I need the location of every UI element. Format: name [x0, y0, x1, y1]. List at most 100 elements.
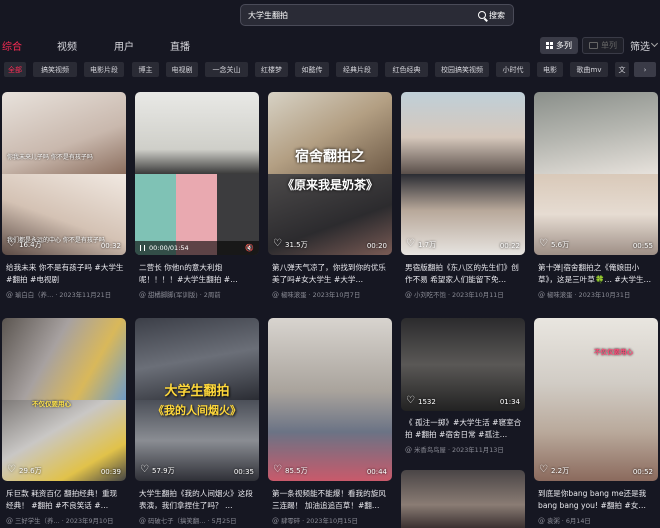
video-thumbnail[interactable]: 宿舍翻拍之 《原来我是奶茶》 31.5万 00:20	[268, 92, 392, 255]
chip[interactable]: 红色经典	[385, 62, 428, 77]
video-card[interactable]: 85.5万 00:44 第一条视频能不能爆！看我的旋风三连踢！ 加油追追百草！#…	[268, 318, 392, 528]
author-name[interactable]: 甜橘脚脚(军训版)	[148, 290, 198, 299]
video-thumbnail[interactable]: 1532 01:34	[401, 318, 525, 411]
chips-scroll-right-button[interactable]: ›	[634, 62, 656, 77]
list-view-label: 单列	[601, 41, 617, 50]
search-input[interactable]: 大学生翻拍	[241, 10, 478, 21]
video-meta: @ 小刘吃不饱 · 2023年10月11日	[405, 290, 525, 300]
video-thumbnail[interactable]: 00:00/01:54 🔇	[135, 92, 259, 255]
publish-date: · 2023年10月11日	[447, 291, 504, 299]
video-thumbnail[interactable]: 5.6万 00:55	[534, 92, 658, 255]
author-name[interactable]: 肆零碎	[281, 516, 300, 525]
at-icon: @	[272, 516, 279, 525]
chip[interactable]: 经典片段	[336, 62, 378, 77]
publish-date: · 2023年10月7日	[308, 291, 361, 299]
video-card[interactable]: 不仅仅要用心 29.6万 00:39 斥巨款 耗资百亿 翻拍经典！重现经典！ #…	[2, 318, 126, 528]
pause-icon[interactable]	[140, 245, 145, 251]
player-time: 00:00/01:54	[149, 244, 189, 252]
author-name[interactable]: 椒味滚蛋	[281, 290, 307, 299]
like-count: 2.2万	[539, 464, 569, 476]
grid-view-button[interactable]: 多列	[540, 37, 578, 54]
video-thumbnail[interactable]: 大学生翻拍 《我的人间烟火》 57.9万 00:35	[135, 318, 259, 481]
heart-icon	[273, 464, 282, 475]
chip[interactable]: 搞笑视频	[33, 62, 77, 77]
list-icon	[589, 42, 598, 49]
video-title[interactable]: 第一条视频能不能爆！看我的旋风三连踢！ 加油追追百草！#翻…	[272, 488, 390, 512]
video-duration: 00:20	[366, 242, 387, 250]
like-count: 1532	[406, 395, 436, 406]
video-card[interactable]: 1.7万 00:22 男宿版翻拍《东八区的先生们》创作不易 希望家人们能留下免……	[401, 92, 525, 308]
chip[interactable]: 如懿传	[295, 62, 329, 77]
video-title[interactable]: 二营长 你他n的意大利炮呢！！！！#大学生翻拍 #…	[139, 262, 257, 286]
search-icon	[478, 11, 486, 19]
chip[interactable]: 电视剧	[166, 62, 198, 77]
chip-all[interactable]: 全部	[4, 62, 26, 77]
filter-button[interactable]: 筛选	[630, 38, 659, 53]
video-card[interactable]: 00:00/01:54 🔇 二营长 你他n的意大利炮呢！！！！#大学生翻拍 #……	[135, 92, 259, 308]
video-card[interactable]: 宿舍翻拍之 《原来我是奶茶》 31.5万 00:20 第八弹天气凉了，你找到你的…	[268, 92, 392, 308]
video-thumbnail[interactable]: 1.7万 00:22	[401, 92, 525, 255]
author-name[interactable]: 椒味滚蛋	[547, 290, 573, 299]
video-card[interactable]: 大学生翻拍 《我的人间烟火》 57.9万 00:35 大学生翻拍《我的人间烟火》…	[135, 318, 259, 528]
like-count-value: 57.9万	[152, 467, 175, 475]
video-overlay-subtitle: 《原来我是奶茶》	[281, 178, 378, 192]
tab-video[interactable]: 视频	[57, 38, 77, 53]
video-overlay-title: 宿舍翻拍之	[295, 149, 365, 165]
tab-all[interactable]: 综合	[2, 38, 22, 53]
video-meta: @ 甜橘脚脚(军训版) · 2周前	[139, 290, 259, 300]
author-name[interactable]: 米香鸟鸟屋	[414, 445, 446, 454]
chevron-right-icon: ›	[643, 65, 647, 74]
video-player-bar[interactable]: 00:00/01:54 🔇	[135, 241, 259, 255]
author-name[interactable]: 码破七子（搞笑翻…	[148, 516, 206, 525]
heart-icon	[7, 464, 16, 475]
video-thumbnail[interactable]: 不仅仅要用心 2.2万 00:52	[534, 318, 658, 481]
video-thumbnail-partial[interactable]	[401, 470, 525, 528]
video-title[interactable]: 第十弹|宿舍翻拍之《俺娘田小草》，这是三叶草🍀… #大学生…	[538, 262, 656, 286]
chip[interactable]: 一念关山	[205, 62, 248, 77]
at-icon: @	[538, 290, 545, 299]
video-title[interactable]: 斥巨款 耗资百亿 翻拍经典！重现经典！ #翻拍 #不良笑话 #…	[6, 488, 124, 512]
video-title[interactable]: 第八弹天气凉了，你找到你的优乐美了吗#女大学生 #大学…	[272, 262, 390, 286]
like-count-value: 5.6万	[551, 241, 570, 249]
video-title[interactable]: 到底是你bang bang me还是我bang bang you! #翻拍 #女…	[538, 488, 656, 512]
tab-user[interactable]: 用户	[114, 38, 134, 53]
tab-live[interactable]: 直播	[170, 38, 190, 53]
chip[interactable]: 电影	[537, 62, 563, 77]
video-thumbnail[interactable]: 85.5万 00:44	[268, 318, 392, 481]
like-count-value: 85.5万	[285, 467, 308, 475]
chip[interactable]: 电影片段	[84, 62, 124, 77]
like-count: 1.7万	[406, 238, 436, 250]
author-name[interactable]: 三好学生（养…	[15, 516, 60, 525]
video-thumbnail[interactable]: 不仅仅要用心 29.6万 00:39	[2, 318, 126, 481]
mute-icon[interactable]: 🔇	[245, 244, 254, 252]
video-title[interactable]: 大学生翻拍《我的人间烟火》这段表演，我们拿捏住了吗？ …	[139, 488, 257, 512]
video-title[interactable]: 给我未来 你不是有孩子吗 #大学生 #翻拍 #电视剧	[6, 262, 124, 286]
video-overlay-text: 不仅仅要用心	[32, 400, 71, 408]
chip[interactable]: 文	[615, 62, 629, 77]
search-bar: 大学生翻拍 搜索	[240, 4, 514, 26]
chip[interactable]: 博主	[132, 62, 159, 77]
author-name[interactable]: 袁粥	[547, 516, 560, 525]
at-icon: @	[405, 290, 412, 299]
search-button[interactable]: 搜索	[478, 10, 513, 21]
chip[interactable]: 红楼梦	[255, 62, 288, 77]
video-duration: 00:44	[366, 468, 387, 476]
video-duration: 00:32	[100, 242, 121, 250]
video-thumbnail[interactable]: 你我未来儿子吗 你不是有孩子吗 我们都是永远的中心 你不是有孩子吗 16.4万 …	[2, 92, 126, 255]
at-icon: @	[139, 516, 146, 525]
video-card[interactable]: 5.6万 00:55 第十弹|宿舍翻拍之《俺娘田小草》，这是三叶草🍀… #大学生…	[534, 92, 658, 308]
video-card[interactable]: 不仅仅要用心 2.2万 00:52 到底是你bang bang me还是我ban…	[534, 318, 658, 528]
heart-icon	[140, 464, 149, 475]
publish-date: · 2023年10月15日	[302, 517, 358, 525]
video-meta: @ 袁粥 · 6月14日	[538, 516, 658, 526]
chip[interactable]: 歌曲mv	[570, 62, 608, 77]
chip[interactable]: 校园搞笑视频	[435, 62, 489, 77]
like-count: 57.9万	[140, 464, 175, 476]
video-title[interactable]: 《 孤注一掷》#大学生活 #寝室合拍 #翻拍 #宿舍日常 #孤注…	[405, 417, 523, 441]
video-title[interactable]: 男宿版翻拍《东八区的先生们》创作不易 希望家人们能留下免…	[405, 262, 523, 286]
author-name[interactable]: 瑜白白（养…	[15, 290, 53, 299]
author-name[interactable]: 小刘吃不饱	[414, 290, 446, 299]
video-card[interactable]: 你我未来儿子吗 你不是有孩子吗 我们都是永远的中心 你不是有孩子吗 16.4万 …	[2, 92, 126, 308]
chip[interactable]: 小时代	[496, 62, 530, 77]
list-view-button[interactable]: 单列	[582, 37, 624, 54]
